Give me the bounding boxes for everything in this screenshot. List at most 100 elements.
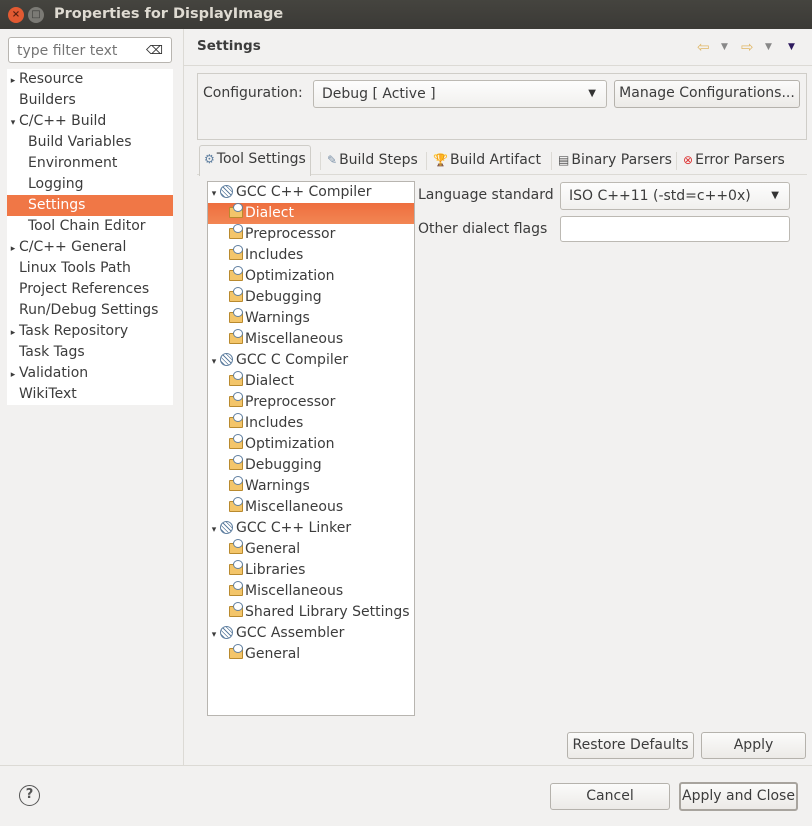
nav-item-task-repository[interactable]: ▸ Task Repository [7,321,173,342]
tree-node-label: GCC C++ Compiler [236,184,372,200]
collapse-toggle-icon[interactable]: ▾ [208,184,220,205]
other-dialect-flags-input[interactable] [560,216,790,242]
nav-item-build-variables[interactable]: Build Variables [7,132,173,153]
nav-item-tool-chain-editor[interactable]: Tool Chain Editor [7,216,173,237]
tool-option-node[interactable]: Miscellaneous [208,581,414,602]
nav-item-label: C/C++ General [19,239,127,255]
cancel-button[interactable]: Cancel [550,783,670,810]
tree-node-label: GCC Assembler [236,625,345,641]
tool-settings-tree: ▾ GCC C++ Compiler Dialect Preprocessor Incl… [207,181,415,716]
expand-toggle-icon[interactable]: ▸ [7,71,19,92]
language-standard-select[interactable]: ISO C++11 (-std=c++0x) ▼ [560,182,790,210]
tool-option-node[interactable]: Includes [208,413,414,434]
tool-option-node[interactable]: Dialect [208,203,414,224]
tab-separator [426,152,427,170]
tool-icon [220,185,233,198]
nav-item-c-c-general[interactable]: ▸ C/C++ General [7,237,173,258]
expand-toggle-icon[interactable]: ▸ [7,239,19,260]
filter-field[interactable]: ⌫ [8,37,172,63]
tool-node[interactable]: ▾ GCC Assembler [208,623,414,644]
tool-option-node[interactable]: Preprocessor [208,392,414,413]
tab-binary-parsers[interactable]: ▤ Binary Parsers [554,147,676,175]
restore-defaults-button[interactable]: Restore Defaults [567,732,694,759]
tool-option-node[interactable]: Miscellaneous [208,329,414,350]
forward-history-dropdown-icon[interactable]: ▼ [765,42,772,52]
tool-node[interactable]: ▾ GCC C Compiler [208,350,414,371]
nav-item-project-references[interactable]: Project References [7,279,173,300]
sash[interactable] [183,29,184,765]
option-category-icon [229,266,243,281]
nav-item-task-tags[interactable]: Task Tags [7,342,173,363]
back-history-dropdown-icon[interactable]: ▼ [721,42,728,52]
nav-item-logging[interactable]: Logging [7,174,173,195]
tool-option-node[interactable]: Shared Library Settings [208,602,414,623]
apply-and-close-button[interactable]: Apply and Close [679,782,798,811]
nav-item-builders[interactable]: Builders [7,90,173,111]
configuration-value: Debug [ Active ] [322,86,436,102]
option-category-icon [229,329,243,344]
tool-node[interactable]: ▾ GCC C++ Linker [208,518,414,539]
nav-item-linux-tools-path[interactable]: Linux Tools Path [7,258,173,279]
option-category-icon [229,602,243,617]
tree-node-label: Warnings [245,310,310,326]
manage-configurations-button[interactable]: Manage Configurations... [614,80,800,108]
tree-node-label: Miscellaneous [245,331,344,347]
option-category-icon [229,371,243,386]
nav-item-environment[interactable]: Environment [7,153,173,174]
tree-node-label: Includes [245,415,304,431]
expand-toggle-icon[interactable]: ▸ [7,323,19,344]
maximize-button[interactable]: □ [28,7,44,23]
tree-node-label: Libraries [245,562,306,578]
collapse-toggle-icon[interactable]: ▾ [208,520,220,541]
expand-toggle-icon[interactable]: ▾ [7,113,19,134]
expand-toggle-icon[interactable]: ▸ [7,365,19,386]
tool-option-node[interactable]: Dialect [208,371,414,392]
nav-item-label: Task Tags [19,344,85,360]
nav-item-wikitext[interactable]: WikiText [7,384,173,405]
nav-item-c-c-build[interactable]: ▾ C/C++ Build [7,111,173,132]
tool-option-node[interactable]: Optimization [208,266,414,287]
tree-node-label: Debugging [245,457,322,473]
nav-item-label: Validation [19,365,89,381]
nav-item-settings[interactable]: Settings [7,195,173,216]
filter-input[interactable] [15,42,145,60]
collapse-toggle-icon[interactable]: ▾ [208,352,220,373]
nav-item-validation[interactable]: ▸ Validation [7,363,173,384]
tool-option-node[interactable]: Debugging [208,455,414,476]
help-icon[interactable]: ? [19,785,40,806]
forward-arrow-icon[interactable]: ⇨ [741,38,754,56]
tree-node-label: GCC C Compiler [236,352,349,368]
nav-item-resource[interactable]: ▸ Resource [7,69,173,90]
view-menu-icon[interactable]: ▼ [788,42,795,52]
tool-option-node[interactable]: Includes [208,245,414,266]
tool-option-node[interactable]: General [208,539,414,560]
tree-node-label: GCC C++ Linker [236,520,352,536]
collapse-toggle-icon[interactable]: ▾ [208,625,220,646]
tab-error-parsers[interactable]: ⊗ Error Parsers [679,147,789,175]
configuration-select[interactable]: Debug [ Active ] ▼ [313,80,607,108]
apply-button[interactable]: Apply [701,732,806,759]
tab-label: Tool Settings [216,151,306,167]
tab-build-steps[interactable]: ✎ Build Steps [323,147,422,175]
tab-build-artifact[interactable]: 🏆 Build Artifact [429,147,545,175]
tool-option-node[interactable]: Miscellaneous [208,497,414,518]
back-arrow-icon[interactable]: ⇦ [697,38,710,56]
tool-node[interactable]: ▾ GCC C++ Compiler [208,182,414,203]
tool-option-node[interactable]: General [208,644,414,665]
close-button[interactable]: × [8,7,24,23]
tool-option-node[interactable]: Libraries [208,560,414,581]
clear-icon[interactable]: ⌫ [146,43,163,57]
tree-node-label: Dialect [245,373,294,389]
nav-item-run-debug-settings[interactable]: Run/Debug Settings [7,300,173,321]
tool-option-node[interactable]: Warnings [208,476,414,497]
tool-option-node[interactable]: Warnings [208,308,414,329]
tool-option-node[interactable]: Preprocessor [208,224,414,245]
tab-label: Build Steps [339,152,418,168]
tree-node-label: Miscellaneous [245,583,344,599]
tab-label: Binary Parsers [571,152,672,168]
tab-tool-settings[interactable]: ⚙ Tool Settings [199,145,311,176]
tree-node-label: Dialect [245,205,294,221]
tool-option-node[interactable]: Optimization [208,434,414,455]
tool-option-node[interactable]: Debugging [208,287,414,308]
option-category-icon [229,224,243,239]
